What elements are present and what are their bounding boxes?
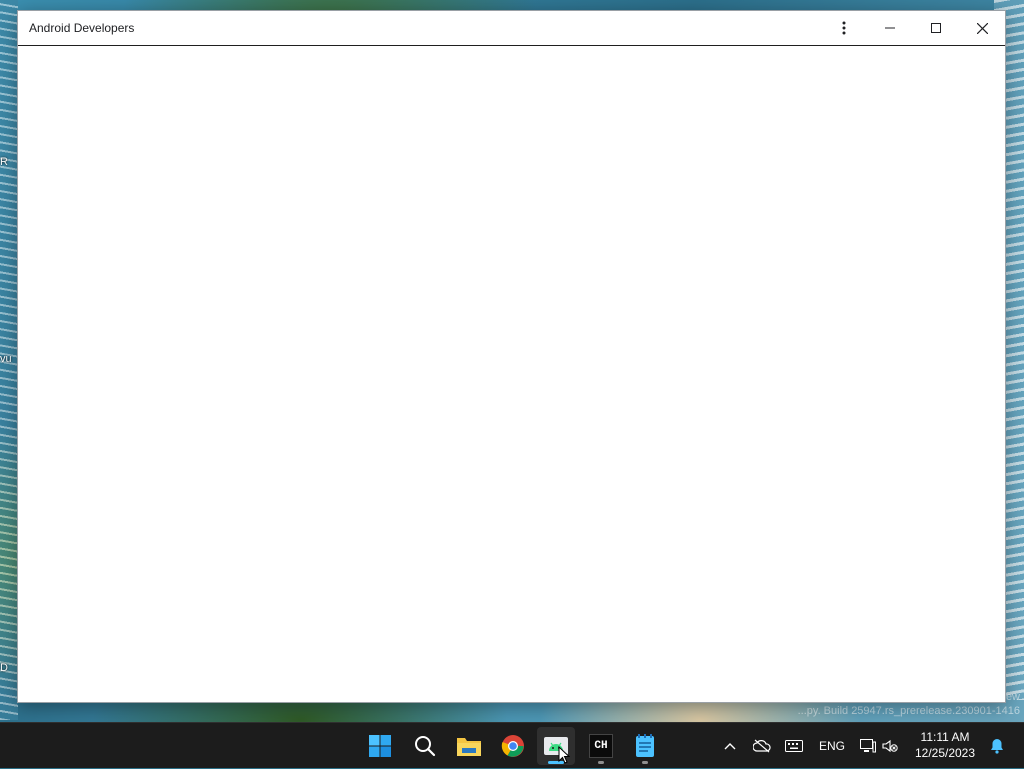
maximize-button[interactable] <box>913 11 959 45</box>
web-content-area[interactable] <box>18 46 1005 702</box>
chrome-button[interactable] <box>494 727 532 765</box>
close-button[interactable] <box>959 11 1005 45</box>
keyboard-icon <box>785 740 803 752</box>
maximize-icon <box>931 23 941 33</box>
window-titlebar[interactable]: Android Developers <box>18 11 1005 46</box>
quick-settings-button[interactable] <box>856 723 902 769</box>
desktop-icon-label-2[interactable]: vu <box>0 353 12 365</box>
notifications-button[interactable] <box>986 723 1008 769</box>
bell-icon <box>991 739 1003 754</box>
file-explorer-button[interactable] <box>450 727 488 765</box>
mouse-cursor-icon <box>558 746 570 764</box>
ch-icon: CH <box>589 734 613 758</box>
input-language-button[interactable]: ENG <box>814 723 850 769</box>
clock-date: 12/25/2023 <box>914 746 976 760</box>
chevron-up-icon <box>724 743 736 750</box>
touch-keyboard-button[interactable] <box>782 723 806 769</box>
clock-time: 11:11 AM <box>920 730 970 744</box>
windows-logo-icon <box>369 735 391 757</box>
desktop-icon-label-1[interactable]: R <box>0 156 8 168</box>
folder-icon <box>457 738 481 756</box>
show-hidden-icons-button[interactable] <box>718 723 742 769</box>
language-indicator: ENG <box>818 739 845 753</box>
app-window: Android Developers <box>17 10 1006 703</box>
notepad-button[interactable] <box>626 727 664 765</box>
ch-app-button[interactable]: CH <box>582 727 620 765</box>
minimize-button[interactable] <box>867 11 913 45</box>
start-button[interactable] <box>361 727 399 765</box>
close-icon <box>976 22 988 34</box>
chrome-icon <box>501 735 524 757</box>
watermark-line-2: ...py. Build 25947.rs_prerelease.230901-… <box>797 705 1020 717</box>
volume-muted-icon <box>882 739 898 753</box>
network-icon <box>860 739 876 753</box>
more-vertical-icon <box>842 21 846 35</box>
notepad-icon <box>636 734 654 757</box>
desktop-icon-label-3[interactable]: D <box>0 662 8 674</box>
onedrive-status-button[interactable] <box>750 723 774 769</box>
window-title: Android Developers <box>29 21 135 35</box>
minimize-icon <box>885 27 895 29</box>
taskbar-clock[interactable]: 11:11 AM 12/25/2023 <box>910 729 980 761</box>
cloud-offline-icon <box>753 739 771 753</box>
taskbar: CH ENG 11:11 AM 12/25/2023 <box>0 722 1024 768</box>
running-indicator <box>598 761 604 764</box>
search-icon <box>415 736 436 757</box>
taskbar-search-button[interactable] <box>406 727 444 765</box>
more-options-button[interactable] <box>821 11 867 45</box>
ch-icon-label: CH <box>594 740 608 752</box>
running-indicator <box>642 761 648 764</box>
